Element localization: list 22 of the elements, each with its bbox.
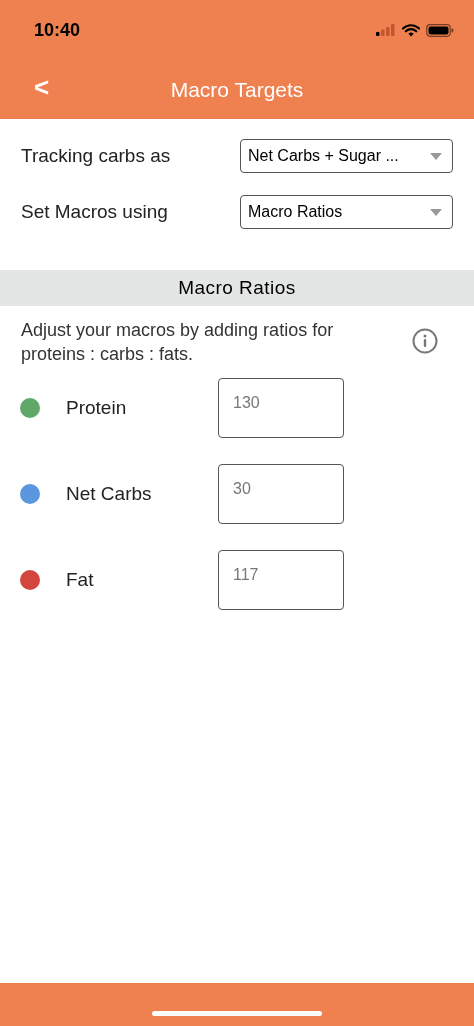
macro-name: Fat bbox=[66, 567, 95, 592]
signal-icon bbox=[376, 24, 396, 36]
screen-title: Macro Targets bbox=[170, 76, 304, 103]
caret-icon bbox=[430, 152, 442, 160]
dropdown[interactable]: Net Carbs + Sugar ... bbox=[240, 139, 453, 173]
macro-name: Net Carbs bbox=[66, 481, 153, 506]
input-field[interactable]: 130 bbox=[218, 378, 344, 438]
description-text: Adjust your macros by adding ratios for proteins : carbs : fats. bbox=[21, 319, 335, 366]
input-field[interactable]: 30 bbox=[218, 464, 344, 524]
battery-icon bbox=[426, 23, 454, 37]
info-icon[interactable] bbox=[412, 328, 438, 354]
setting-label: Tracking carbs as bbox=[21, 143, 171, 168]
wifi-icon bbox=[402, 23, 420, 37]
caret-icon bbox=[430, 208, 442, 216]
status-time: 10:40 bbox=[34, 18, 81, 42]
dropdown[interactable]: Macro Ratios bbox=[240, 195, 453, 229]
dropdown-value: Macro Ratios bbox=[248, 202, 343, 222]
setting-label: Set Macros using bbox=[21, 199, 168, 224]
dropdown-value: Net Carbs + Sugar ... bbox=[248, 146, 399, 166]
section-title: Macro Ratios bbox=[178, 275, 296, 300]
input-field[interactable]: 117 bbox=[218, 550, 344, 610]
macro-name: Protein bbox=[66, 395, 128, 420]
